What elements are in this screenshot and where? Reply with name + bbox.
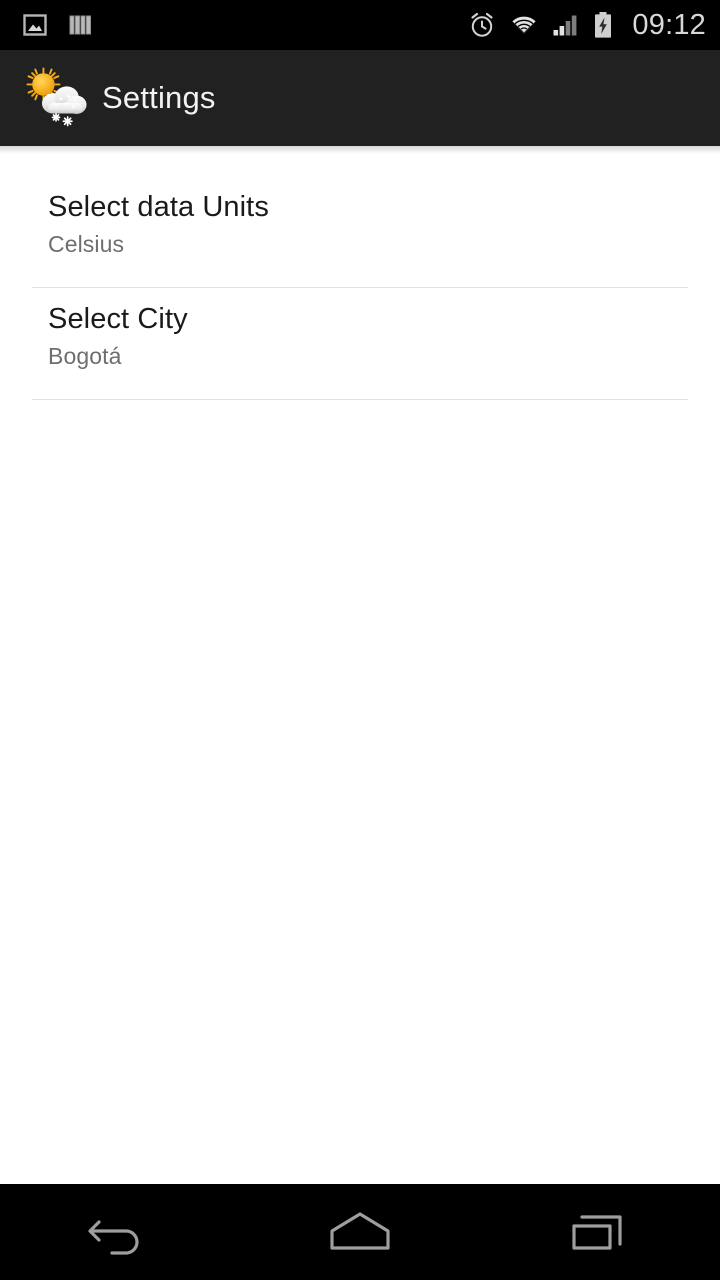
preference-summary: Celsius bbox=[48, 231, 125, 258]
preference-title: Select data Units bbox=[48, 191, 269, 223]
nav-back-button[interactable] bbox=[40, 1184, 200, 1280]
home-icon bbox=[330, 1212, 390, 1250]
wifi-icon bbox=[510, 14, 539, 36]
settings-preference-list: Select data Units Celsius Select City Bo… bbox=[0, 154, 720, 1184]
preference-item-city[interactable]: Select City Bogotá bbox=[0, 287, 720, 387]
status-bar: 09:12 bbox=[0, 0, 720, 50]
nav-home-button[interactable] bbox=[280, 1184, 440, 1280]
cellular-signal-icon bbox=[553, 15, 577, 36]
action-bar-title: Settings bbox=[102, 80, 216, 115]
preference-divider bbox=[32, 398, 688, 400]
preference-item-units[interactable]: Select data Units Celsius bbox=[0, 176, 720, 275]
nav-recents-button[interactable] bbox=[520, 1184, 680, 1280]
action-bar: Settings bbox=[0, 50, 720, 146]
preference-title: Select City bbox=[48, 302, 188, 335]
stripes-books-icon bbox=[69, 15, 91, 35]
recent-apps-icon bbox=[572, 1215, 622, 1250]
android-screen: 09:12 Settings Select data Units Celsius… bbox=[0, 0, 720, 1280]
battery-charging-icon bbox=[595, 12, 612, 38]
status-bar-left-icons bbox=[22, 12, 94, 38]
back-arrow-icon bbox=[88, 1220, 139, 1255]
android-navigation-bar bbox=[0, 1184, 720, 1280]
status-bar-right-icons: 09:12 bbox=[468, 9, 706, 42]
alarm-clock-icon bbox=[471, 12, 494, 37]
screenshot-image-icon bbox=[23, 14, 47, 36]
sun-cloud-snow-weather-icon bbox=[26, 67, 87, 127]
preference-summary: Bogotá bbox=[48, 343, 122, 370]
status-bar-clock: 09:12 bbox=[632, 8, 706, 41]
action-bar-shadow bbox=[0, 146, 720, 154]
